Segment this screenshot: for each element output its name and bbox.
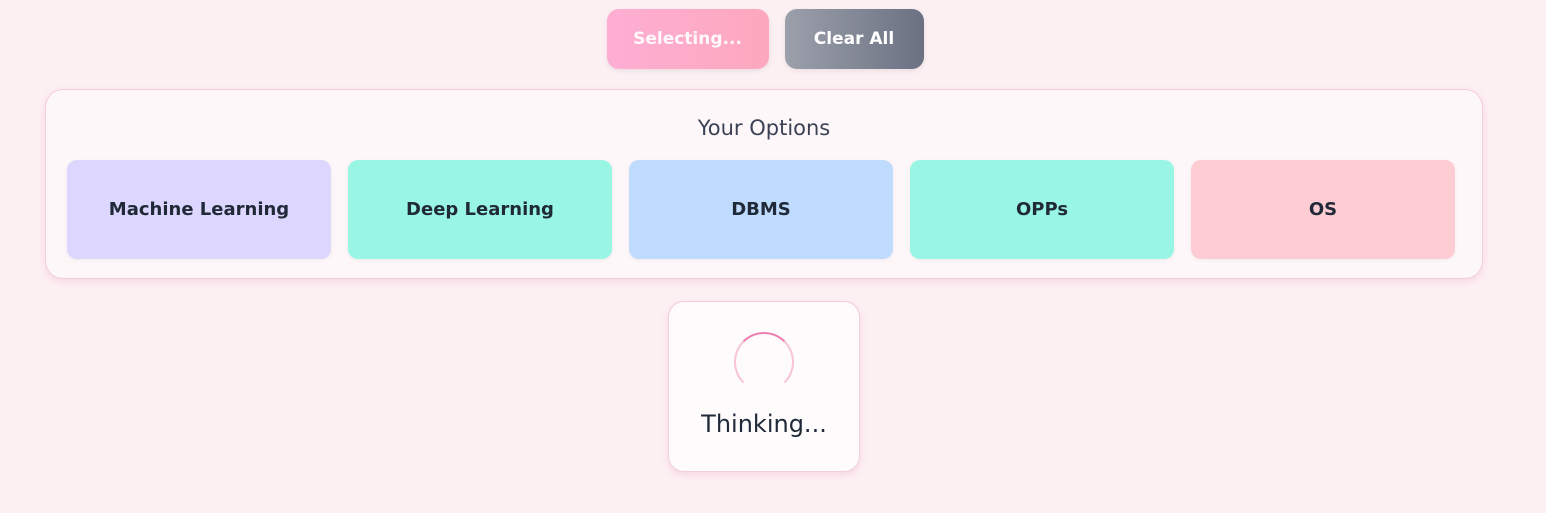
options-title: Your Options <box>697 116 831 140</box>
options-panel: Your Options Machine Learning Deep Learn… <box>45 89 1483 279</box>
selecting-button[interactable]: Selecting... <box>606 9 769 69</box>
loading-spinner-icon <box>734 332 794 392</box>
top-controls: Selecting... Clear All <box>0 9 1530 69</box>
option-card-opps[interactable]: OPPs <box>910 160 1174 259</box>
clear-all-button[interactable]: Clear All <box>784 9 924 69</box>
option-card-os[interactable]: OS <box>1191 160 1455 259</box>
option-card-dbms[interactable]: DBMS <box>629 160 893 259</box>
options-row: Machine Learning Deep Learning DBMS OPPs… <box>67 160 1455 259</box>
option-card-machine-learning[interactable]: Machine Learning <box>67 160 331 259</box>
option-card-deep-learning[interactable]: Deep Learning <box>348 160 612 259</box>
thinking-status-text: Thinking... <box>701 410 827 438</box>
thinking-card: Thinking... <box>668 301 860 472</box>
